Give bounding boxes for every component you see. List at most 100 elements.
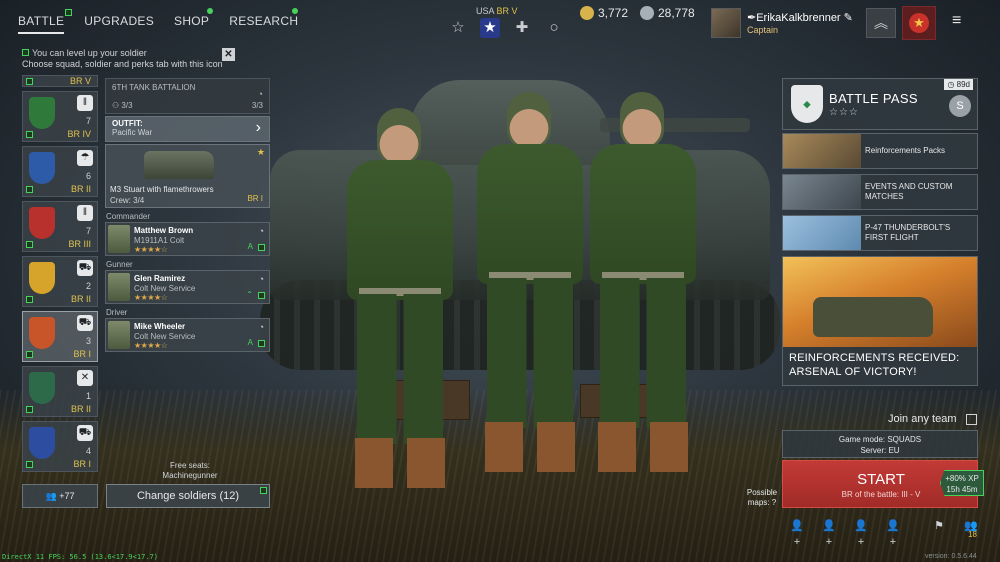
join-any-team-checkbox[interactable] [966, 414, 977, 425]
invite-friend-icon[interactable]: 👤+ [788, 518, 806, 548]
soldier-portrait [108, 273, 130, 301]
game-mode: Game mode: SQUADS [838, 435, 922, 444]
invite-friend-icon[interactable]: 👤+ [820, 518, 838, 548]
tip-line-2: Choose squad, soldier and perks tab with… [22, 59, 223, 69]
version-label: version: 0.5.6.44 [925, 553, 977, 560]
vehicle-capacity: 3/3 [251, 101, 263, 110]
battle-pass-banner[interactable]: ◆ BATTLE PASS ☆☆☆ ◷ 89d S [782, 78, 978, 130]
promo-arsenal-of-victory[interactable]: REINFORCEMENTS RECEIVED: ARSENAL OF VICT… [782, 256, 978, 386]
silver-amount: 28,778 [658, 6, 695, 20]
gold-coin-icon [580, 6, 594, 20]
notification-icon [258, 244, 265, 251]
tank-crew-icon: ◔ [258, 226, 264, 236]
squad-card[interactable]: ǁ 7 BR IV [22, 91, 98, 142]
tank-icon: ⛟ [77, 260, 93, 276]
rank-chevron-icon[interactable]: ︽ [866, 8, 896, 38]
squad-list: BR V ǁ 7 BR IV ☂ 6 BR II ǁ 7 BR III ⛟ 2 … [22, 75, 100, 476]
squad-br: BR II [70, 294, 91, 304]
notification-dot-icon [207, 8, 214, 14]
tank-crew-icon: ◔ [258, 322, 264, 332]
battle-pass-logo-icon: ◆ [791, 85, 823, 123]
promo-events-custom-matches[interactable]: EVENTS AND CUSTOM MATCHES [782, 174, 978, 210]
flag-icon[interactable]: ⚑ [930, 518, 948, 534]
add-squad-button[interactable]: 👥 +77 [22, 484, 98, 508]
squad-card[interactable]: ǁ 7 BR III [22, 201, 98, 252]
promo-label: P-47 THUNDERBOLT'S FIRST FLIGHT [865, 223, 951, 242]
crossed-guns-icon: ✕ [77, 370, 93, 386]
soldier-name: Mike Wheeler [134, 322, 186, 331]
free-seats-label: Free seats: [169, 461, 210, 470]
soldier-rating: ★★★★☆ [134, 341, 168, 350]
main-nav: BATTLE UPGRADES SHOP RESEARCH [18, 8, 299, 34]
soldier-card[interactable]: Mike Wheeler Colt New Service ★★★★☆ ◔ A [105, 318, 270, 352]
gold-currency[interactable]: 3,772 [580, 6, 628, 20]
tab-battle[interactable]: BATTLE [18, 9, 73, 34]
soldier-card[interactable]: Glen Ramirez Colt New Service ★★★★☆ ◔ ⌃ [105, 270, 270, 304]
outfit-selector[interactable]: OUTFIT: Pacific War › [105, 116, 270, 142]
squad-card-selected[interactable]: ⛟ 3 BR I [22, 311, 98, 362]
soldier-weapon: Colt New Service [134, 284, 196, 293]
close-tip-button[interactable]: ✕ [222, 48, 235, 61]
promo-label: EVENTS AND CUSTOM MATCHES [865, 182, 953, 201]
squad-card[interactable]: ✕ 1 BR II [22, 366, 98, 417]
level-up-icon: A [247, 242, 253, 251]
squad-count: 4 [85, 446, 91, 456]
squad-card[interactable]: ☂ 6 BR II [22, 146, 98, 197]
promo-label: Reinforcements Packs [865, 146, 946, 155]
help-icon: ? [771, 498, 777, 507]
menu-icon[interactable]: ≡ [952, 12, 970, 30]
army-star-icon[interactable]: ★ [480, 18, 500, 38]
silver-currency[interactable]: 28,778 [640, 6, 695, 20]
squad-emblem-icon [29, 207, 55, 239]
tab-shop[interactable]: SHOP [174, 8, 214, 34]
notification-icon [26, 461, 33, 468]
tab-research[interactable]: RESEARCH [229, 8, 299, 34]
soldier-card[interactable]: Matthew Brown M1911A1 Colt ★★★★☆ ◔ A [105, 222, 270, 256]
notification-icon [260, 487, 267, 494]
squad-capacity: ⚇ 3/3 [112, 101, 133, 110]
vehicle-card[interactable]: ★ M3 Stuart with flamethrowers Crew: 3/4… [105, 144, 270, 208]
squad-br: BR IV [67, 129, 91, 139]
player-profile[interactable]: ✒ErikaKalkbrenner ✎ Captain [711, 8, 861, 38]
promo-title: REINFORCEMENTS RECEIVED: ARSENAL OF VICT… [789, 352, 960, 378]
role-label: Commander [106, 212, 151, 221]
group-icon: 👥 [45, 491, 57, 501]
squad-card[interactable]: ⛟ 4 BR I [22, 421, 98, 472]
tip-line-1: You can level up your soldier [32, 48, 147, 58]
soldier-rating: ★★★★☆ [134, 293, 168, 302]
vehicle-name: M3 Stuart with flamethrowers [110, 185, 214, 194]
vehicle-br: BR I [247, 194, 263, 203]
promo-thumbnail [783, 134, 861, 168]
soldier-weapon: M1911A1 Colt [134, 236, 185, 245]
soldier-figure-left [325, 108, 475, 498]
change-soldiers-button[interactable]: Change soldiers (12) [106, 484, 270, 508]
promo-artwork [783, 257, 977, 347]
join-any-team-label: Join any team [888, 413, 957, 425]
squad-br: BR III [68, 239, 91, 249]
promo-thumbnail [783, 216, 861, 250]
vehicle-image [144, 151, 214, 179]
invite-friend-icon[interactable]: 👤+ [884, 518, 902, 548]
tip-icon [22, 49, 29, 56]
possible-maps[interactable]: Possible maps: ? [742, 488, 782, 508]
cross-icon[interactable]: ✚ [512, 18, 532, 38]
gamepad-icon: ◔ [257, 89, 263, 99]
promo-p47-thunderbolt[interactable]: P-47 THUNDERBOLT'S FIRST FLIGHT [782, 215, 978, 251]
notification-icon [26, 78, 33, 85]
tank-icon: ⛟ [77, 315, 93, 331]
invite-friend-icon[interactable]: 👤+ [852, 518, 870, 548]
silver-coin-icon [640, 6, 654, 20]
parachute-icon: ☂ [77, 150, 93, 166]
soldier-weapon: Colt New Service [134, 332, 196, 341]
squad-card[interactable]: ⛟ 2 BR II [22, 256, 98, 307]
squad-card[interactable]: BR V [22, 75, 98, 87]
notification-icon [26, 406, 33, 413]
game-mode-panel[interactable]: Game mode: SQUADS Server: EU [782, 430, 978, 458]
promo-reinforcements-packs[interactable]: Reinforcements Packs [782, 133, 978, 169]
nation-flag-button[interactable]: ★ [902, 6, 936, 40]
circle-icon[interactable]: ○ [544, 18, 564, 38]
favorites-icon[interactable]: ☆ [448, 18, 468, 38]
season-coin-icon: S [949, 95, 971, 117]
tab-upgrades[interactable]: UPGRADES [84, 14, 154, 34]
role-label: Gunner [106, 260, 133, 269]
